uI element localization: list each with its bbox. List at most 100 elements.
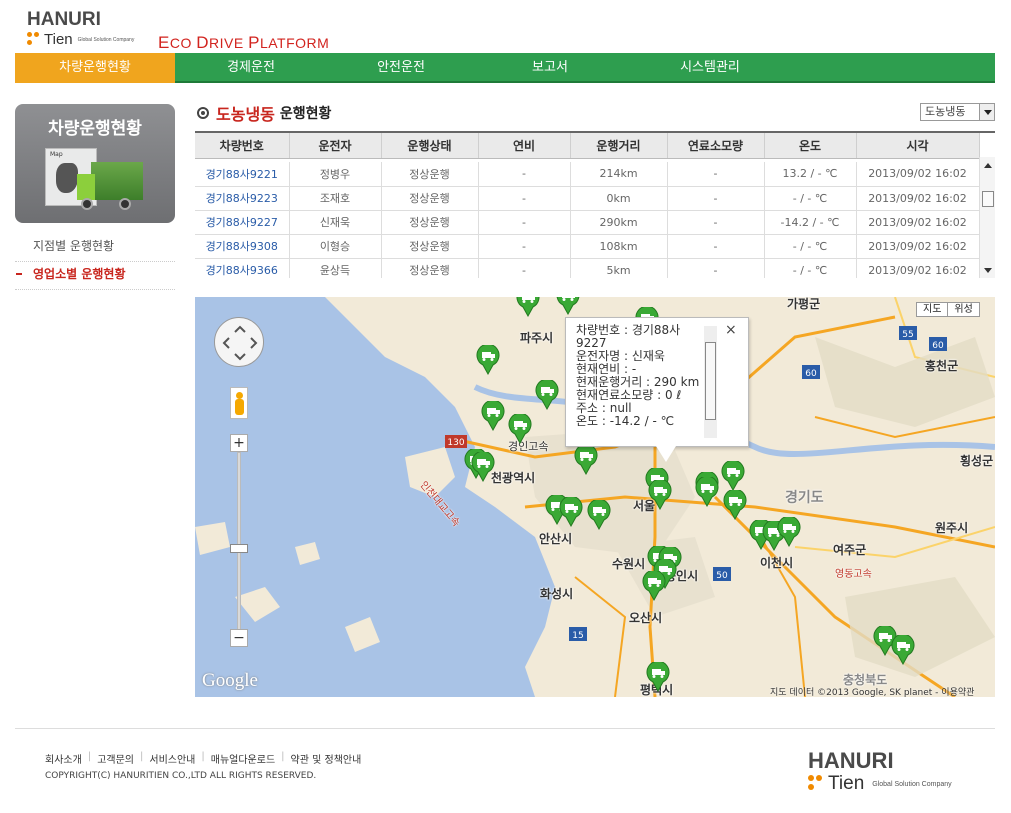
footer-logo-dots-icon bbox=[808, 775, 824, 793]
nav-reports[interactable]: 보고서 bbox=[475, 53, 625, 83]
truck-marker-icon[interactable] bbox=[556, 297, 580, 316]
truck-marker-icon[interactable] bbox=[721, 459, 745, 492]
nav-eco-driving[interactable]: 경제운전 bbox=[175, 53, 327, 83]
truck-marker-icon[interactable] bbox=[535, 378, 559, 411]
shield-15-label: 15 bbox=[572, 631, 583, 641]
map-type-roadmap-button[interactable]: 지도 bbox=[917, 303, 947, 316]
truck-marker-icon[interactable] bbox=[642, 569, 666, 602]
truck-marker-icon[interactable] bbox=[723, 488, 747, 521]
scroll-up-icon[interactable] bbox=[984, 159, 992, 168]
table-row[interactable]: 경기88사9366 윤상득 정상운행 -5km - - / - ℃ 2013/09/02 1… bbox=[195, 258, 980, 278]
table-header-cell[interactable]: 연료소모량 bbox=[667, 133, 765, 159]
map-attribution[interactable]: 지도 데이터 ©2013 Google, SK planet - 이용약관 bbox=[770, 685, 974, 697]
truck-marker-icon[interactable] bbox=[476, 343, 500, 376]
nav-system-admin[interactable]: 시스템관리 bbox=[625, 53, 795, 83]
map-view[interactable]: 130 60 55 60 50 15 가평군 파주시 홍천군 경인고속 천광역시… bbox=[195, 297, 995, 697]
zoom-in-button[interactable]: + bbox=[230, 434, 248, 452]
footer-link[interactable]: 서비스안내 bbox=[149, 751, 195, 766]
map-type-control: 지도 위성 bbox=[916, 302, 980, 317]
truck-marker-icon[interactable] bbox=[891, 633, 915, 666]
table-header-cell[interactable]: 운행거리 bbox=[570, 133, 668, 159]
table-header-cell[interactable]: 온도 bbox=[764, 133, 857, 159]
footer: 회사소개 | 고객문의 | 서비스안내 | 매뉴얼다운로드 | 약관 및 정책안내 COPYRI… bbox=[15, 728, 995, 810]
table-header-cell[interactable]: 차량번호 bbox=[195, 133, 290, 159]
scroll-thumb[interactable] bbox=[982, 191, 994, 207]
map-label: 가평군 bbox=[787, 297, 821, 311]
info-window-scrollbar[interactable] bbox=[704, 326, 717, 438]
page-title: 도농냉동 운행현황 bbox=[197, 101, 331, 125]
nav-safe-driving[interactable]: 안전운전 bbox=[327, 53, 475, 83]
vehicle-number-link[interactable]: 경기88사9223 bbox=[195, 186, 290, 211]
table-header-cell[interactable]: 운행상태 bbox=[381, 133, 479, 159]
pan-control[interactable] bbox=[214, 317, 264, 367]
table-cell: - bbox=[667, 210, 765, 235]
truck-marker-icon[interactable] bbox=[777, 515, 801, 548]
table-cell: 정상운행 bbox=[381, 162, 479, 187]
vehicle-number-link[interactable]: 경기88사9308 bbox=[195, 234, 290, 259]
map-label: 횡성군 bbox=[960, 454, 994, 468]
truck-marker-icon[interactable] bbox=[481, 399, 505, 432]
table-row[interactable]: 경기88사9223 조재호 정상운행 -0km - - / - ℃ 2013/09/02 1… bbox=[195, 186, 980, 211]
table-cell: 정상운행 bbox=[381, 234, 479, 259]
info-window-line: 온도 : -14.2 / - ℃ bbox=[576, 414, 675, 428]
table-header-cell[interactable]: 시각 bbox=[856, 133, 980, 159]
logo-tien-text: Tien bbox=[44, 31, 73, 48]
shield-50-label: 50 bbox=[716, 571, 728, 581]
branch-select[interactable]: 도농냉동 bbox=[920, 103, 995, 121]
zoom-slider-knob[interactable] bbox=[230, 544, 248, 553]
table-cell: 신재욱 bbox=[289, 210, 382, 235]
table-cell: - / - ℃ bbox=[764, 234, 857, 259]
footer-link-separator: | bbox=[140, 751, 144, 762]
shield-60-label: 60 bbox=[805, 369, 817, 379]
truck-marker-icon[interactable] bbox=[516, 297, 540, 318]
table-cell: 정병우 bbox=[289, 162, 382, 187]
info-scroll-thumb[interactable] bbox=[705, 342, 716, 420]
nav-vehicle-status[interactable]: 차량운행현황 bbox=[15, 53, 175, 83]
truck-marker-icon[interactable] bbox=[587, 498, 611, 531]
table-scrollbar[interactable] bbox=[979, 157, 995, 278]
table-cell: 2013/09/02 16:02 bbox=[856, 258, 980, 278]
sidebar-item-office-status[interactable]: 영업소별 운행현황 bbox=[15, 262, 175, 290]
footer-copyright: COPYRIGHT(C) HANURITIEN CO.,LTD ALL RIGH… bbox=[45, 771, 317, 781]
truck-cab-icon bbox=[77, 174, 95, 200]
vehicle-number-link[interactable]: 경기88사9221 bbox=[195, 162, 290, 187]
sidebar-menu: 지점별 운행현황 영업소별 운행현황 bbox=[15, 234, 175, 290]
scroll-down-icon[interactable] bbox=[984, 268, 992, 277]
footer-link[interactable]: 약관 및 정책안내 bbox=[291, 751, 362, 766]
table-cell: 2013/09/02 16:02 bbox=[856, 210, 980, 235]
vehicle-number-link[interactable]: 경기88사9366 bbox=[195, 258, 290, 278]
highway-shield-icon: 55 bbox=[899, 326, 917, 340]
close-icon[interactable]: × bbox=[725, 322, 737, 338]
truck-marker-icon[interactable] bbox=[559, 495, 583, 528]
table-row[interactable]: 경기88사9221 정병우 정상운행 -214km -13.2 / - ℃ 2013/09… bbox=[195, 162, 980, 187]
main-nav: 차량운행현황 경제운전 안전운전 보고서 시스템관리 bbox=[15, 53, 995, 83]
map-label: 화성시 bbox=[540, 587, 574, 601]
chevron-down-icon[interactable] bbox=[979, 104, 994, 120]
zoom-slider-track[interactable] bbox=[237, 452, 241, 632]
footer-link[interactable]: 매뉴얼다운로드 bbox=[211, 751, 275, 766]
map-label: 경기도 bbox=[785, 490, 824, 506]
footer-link[interactable]: 고객문의 bbox=[97, 751, 134, 766]
footer-logo-tagline: Global Solution Company bbox=[872, 780, 952, 788]
sidebar-item-branch-status[interactable]: 지점별 운행현황 bbox=[15, 234, 175, 262]
truck-marker-icon[interactable] bbox=[695, 475, 719, 508]
map-type-satellite-button[interactable]: 위성 bbox=[947, 303, 978, 316]
truck-marker-icon[interactable] bbox=[574, 443, 598, 476]
highway-shield-icon: 130 bbox=[445, 435, 467, 448]
table-row[interactable]: 경기88사9227 신재욱 정상운행 -290km - -14.2 / - ℃ 2013/0… bbox=[195, 210, 980, 235]
truck-marker-icon[interactable] bbox=[508, 412, 532, 445]
truck-marker-icon[interactable] bbox=[646, 660, 670, 693]
footer-link[interactable]: 회사소개 bbox=[45, 751, 82, 766]
street-view-pegman-icon[interactable] bbox=[230, 387, 248, 419]
company-logo[interactable]: HANURI Tien Global Solution Company bbox=[27, 10, 157, 52]
table-row[interactable]: 경기88사9308 이형승 정상운행 -108km - - / - ℃ 2013/09/02… bbox=[195, 234, 980, 259]
wheel-icon bbox=[119, 198, 131, 210]
map-board-label: Map bbox=[50, 151, 63, 158]
zoom-out-button[interactable]: − bbox=[230, 629, 248, 647]
table-header-cell[interactable]: 운전자 bbox=[289, 133, 382, 159]
truck-marker-icon[interactable] bbox=[648, 478, 672, 511]
table-header-cell[interactable]: 연비 bbox=[478, 133, 571, 159]
truck-marker-icon[interactable] bbox=[471, 450, 495, 483]
vehicle-number-link[interactable]: 경기88사9227 bbox=[195, 210, 290, 235]
table-cell: 5km bbox=[570, 258, 668, 278]
